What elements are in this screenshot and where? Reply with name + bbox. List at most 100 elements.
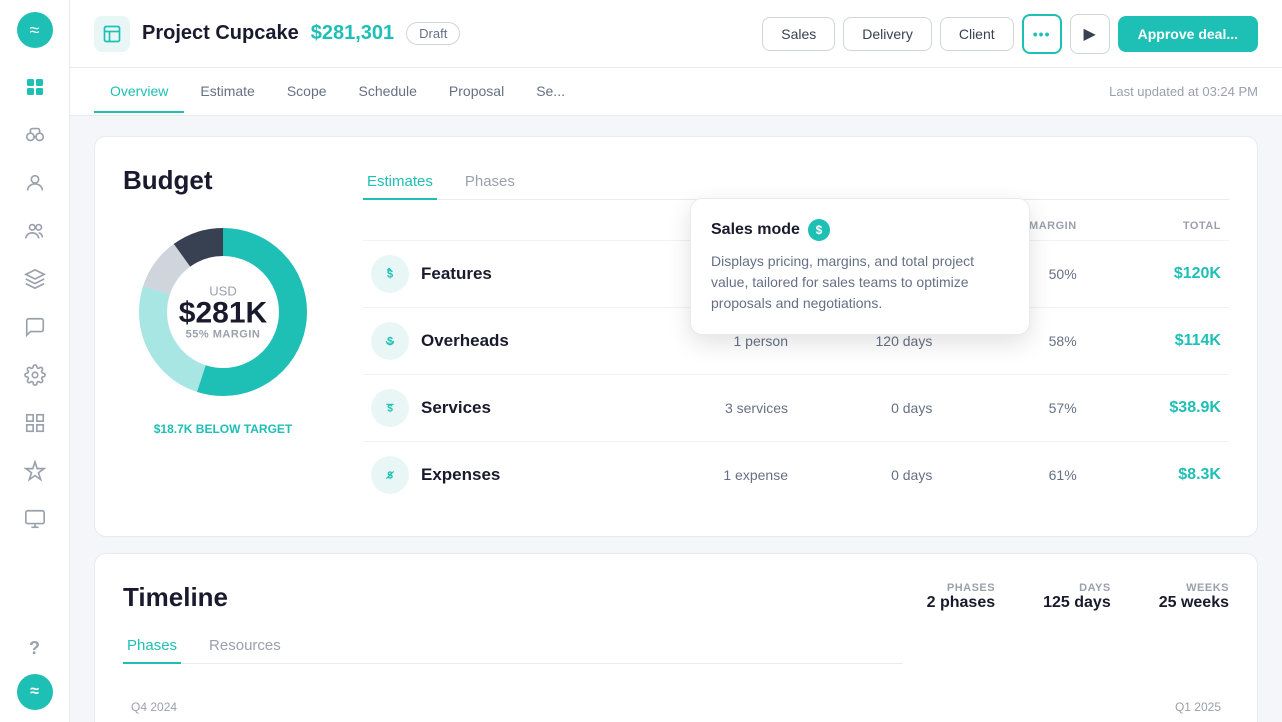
overheads-name: Overheads	[421, 331, 509, 351]
app-logo[interactable]: ≈	[17, 12, 53, 48]
user-avatar[interactable]: ≈	[17, 674, 53, 710]
person-icon	[24, 172, 46, 200]
overheads-margin: 58%	[940, 333, 1076, 349]
header-actions: Sales Delivery Client ••• ▶ Approve deal…	[762, 14, 1258, 54]
expenses-days: 0 days	[796, 467, 932, 483]
sidebar-item-binoculars[interactable]	[13, 116, 57, 160]
tooltip-icon-char: $	[816, 223, 823, 237]
donut-margin: 55% MARGIN	[179, 329, 267, 341]
stat-days-label: DAYS	[1079, 582, 1111, 594]
sidebar-item-team[interactable]	[13, 212, 57, 256]
timeline-axis: Q4 2024 Q1 2025	[123, 696, 1229, 714]
axis-label-q1: Q1 2025	[1175, 700, 1221, 714]
sub-tab-estimates[interactable]: Estimates	[363, 165, 437, 200]
timeline-title: Timeline	[123, 582, 903, 613]
sidebar-item-building[interactable]	[13, 404, 57, 448]
budget-title: Budget	[123, 165, 323, 196]
client-tab-button[interactable]: Client	[940, 17, 1014, 51]
main-content: Project Cupcake $281,301 Draft Sales Del…	[70, 0, 1282, 722]
features-name: Features	[421, 264, 492, 284]
play-button[interactable]: ▶	[1070, 14, 1110, 54]
cube-icon	[24, 268, 46, 296]
chat-icon	[24, 316, 46, 344]
budget-donut-chart: USD $281K 55% MARGIN	[123, 212, 323, 412]
stat-weeks: WEEKS 25 weeks	[1159, 582, 1229, 612]
below-target-amount: $18.7K	[154, 422, 193, 436]
timeline-tab-resources[interactable]: Resources	[205, 629, 285, 664]
row-name-services: $ Services	[371, 389, 644, 427]
expenses-name: Expenses	[421, 465, 500, 485]
budget-sub-tabs: Estimates Phases	[363, 165, 1229, 200]
sidebar-item-monitor[interactable]	[13, 500, 57, 544]
expenses-total: $8.3K	[1085, 466, 1221, 484]
main-scroll-area[interactable]: Budget	[70, 116, 1282, 722]
monitor-icon	[24, 508, 46, 536]
timeline-tab-phases[interactable]: Phases	[123, 629, 181, 664]
row-name-expenses: $ Expenses	[371, 456, 644, 494]
svg-text:$: $	[387, 336, 393, 348]
sidebar-item-magic[interactable]	[13, 452, 57, 496]
tooltip-description: Displays pricing, margins, and total pro…	[711, 251, 1009, 314]
avatar-icon: ≈	[30, 683, 39, 701]
sales-tab-button[interactable]: Sales	[762, 17, 835, 51]
tab-proposal[interactable]: Proposal	[433, 71, 520, 113]
timeline-card: Timeline Phases Resources PHASES 2 phase…	[94, 553, 1258, 722]
th-name	[371, 220, 644, 232]
logo-icon: ≈	[30, 20, 40, 41]
features-total: $120K	[1085, 265, 1221, 283]
tab-estimate[interactable]: Estimate	[184, 71, 270, 113]
project-title: Project Cupcake	[142, 22, 299, 45]
tab-overview[interactable]: Overview	[94, 71, 184, 113]
sidebar-item-grid[interactable]	[13, 68, 57, 112]
more-icon: •••	[1033, 26, 1051, 42]
features-icon: $	[371, 255, 409, 293]
sidebar-item-settings[interactable]	[13, 356, 57, 400]
team-icon	[24, 220, 46, 248]
donut-value: $281K	[179, 299, 267, 329]
last-updated: Last updated at 03:24 PM	[1109, 84, 1258, 99]
tab-se[interactable]: Se...	[520, 71, 581, 113]
services-name: Services	[421, 398, 491, 418]
stat-weeks-label: WEEKS	[1186, 582, 1229, 594]
budget-card: Budget	[94, 136, 1258, 537]
magic-icon	[24, 460, 46, 488]
table-row: $ Services 3 services 0 days 57% $38.9K	[363, 374, 1229, 441]
stat-days-value: 125 days	[1043, 594, 1111, 612]
services-icon: $	[371, 389, 409, 427]
expenses-icon: $	[371, 456, 409, 494]
row-name-features: $ Features	[371, 255, 644, 293]
expenses-scope: 1 expense	[652, 467, 788, 483]
page-header: Project Cupcake $281,301 Draft Sales Del…	[70, 0, 1282, 68]
timeline-stats: PHASES 2 phases DAYS 125 days WEEKS 25 w…	[927, 582, 1229, 612]
expenses-margin: 61%	[940, 467, 1076, 483]
sub-tab-phases[interactable]: Phases	[461, 165, 519, 200]
th-total: TOTAL	[1085, 220, 1221, 232]
stat-days: DAYS 125 days	[1043, 582, 1111, 612]
overheads-total: $114K	[1085, 332, 1221, 350]
building-icon	[24, 412, 46, 440]
binoculars-icon	[24, 124, 46, 152]
overheads-days: 120 days	[796, 333, 932, 349]
sidebar-item-help[interactable]: ?	[13, 626, 57, 670]
below-target-label: $18.7K BELOW TARGET	[154, 422, 292, 436]
stat-weeks-value: 25 weeks	[1159, 594, 1229, 612]
overheads-icon: $	[371, 322, 409, 360]
more-options-button[interactable]: •••	[1022, 14, 1062, 54]
delivery-tab-button[interactable]: Delivery	[843, 17, 932, 51]
approve-deal-button[interactable]: Approve deal...	[1118, 16, 1258, 52]
tab-scope[interactable]: Scope	[271, 71, 343, 113]
below-target-text: BELOW TARGET	[196, 422, 292, 436]
play-icon: ▶	[1083, 24, 1095, 44]
sidebar-item-chat[interactable]	[13, 308, 57, 352]
services-margin: 57%	[940, 400, 1076, 416]
sales-mode-tooltip: Sales mode $ Displays pricing, margins, …	[690, 198, 1030, 335]
nav-tabs: Overview Estimate Scope Schedule Proposa…	[70, 68, 1282, 116]
services-scope: 3 services	[652, 400, 788, 416]
project-status-badge: Draft	[406, 22, 460, 45]
stat-phases: PHASES 2 phases	[927, 582, 995, 612]
sidebar-item-person[interactable]	[13, 164, 57, 208]
stat-phases-value: 2 phases	[927, 594, 995, 612]
sidebar-item-cube[interactable]	[13, 260, 57, 304]
tab-schedule[interactable]: Schedule	[343, 71, 433, 113]
timeline-sub-tabs: Phases Resources	[123, 629, 903, 664]
